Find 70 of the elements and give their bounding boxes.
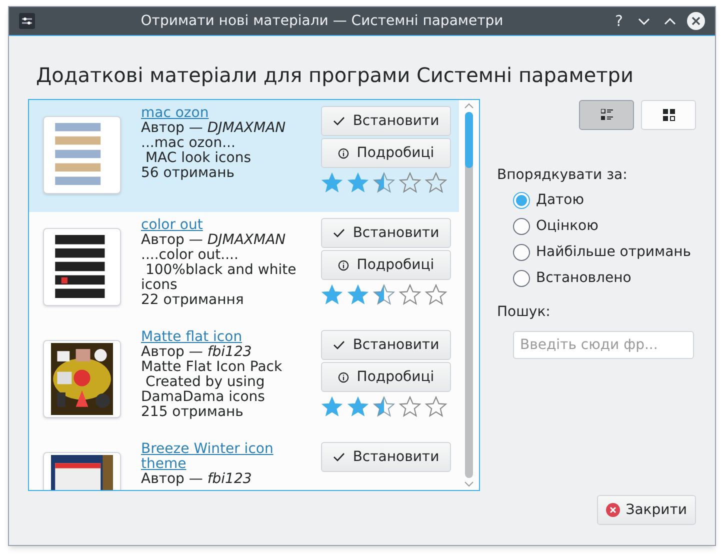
star-icon xyxy=(425,284,447,306)
check-icon xyxy=(332,452,345,462)
check-icon xyxy=(332,116,345,126)
radio-button[interactable] xyxy=(513,270,530,286)
scroll-down-icon[interactable] xyxy=(464,480,474,488)
star-icon xyxy=(399,396,421,418)
grid-view-button[interactable] xyxy=(641,100,696,130)
search-field[interactable]: Введіть сюди фр... xyxy=(513,331,694,359)
star-icon xyxy=(347,396,369,418)
install-button[interactable]: Встановити xyxy=(321,330,451,360)
details-button[interactable]: Подробиці xyxy=(321,138,451,168)
author-text: Автор — DJMAXMAN xyxy=(141,121,287,136)
close-icon[interactable] xyxy=(687,12,705,30)
star-icon xyxy=(425,172,447,194)
install-button[interactable]: Встановити xyxy=(321,442,451,472)
list-view-button[interactable] xyxy=(579,100,634,130)
info-icon xyxy=(338,372,349,382)
item-title-link[interactable]: mac ozon xyxy=(141,106,303,121)
star-icon xyxy=(399,284,421,306)
star-icon xyxy=(373,284,395,306)
info-icon xyxy=(338,148,349,158)
scrollbar-track[interactable] xyxy=(465,112,473,478)
search-label: Пошук: xyxy=(497,303,552,322)
star-icon xyxy=(425,396,447,418)
radio-button[interactable] xyxy=(513,244,530,260)
description-text: ....color out.... 100%black and white icons xyxy=(141,248,298,293)
item-title-link[interactable]: Breeze Winter icon theme xyxy=(141,442,303,472)
details-button[interactable]: Подробиці xyxy=(321,362,451,392)
list-icon xyxy=(600,109,612,121)
sort-option[interactable]: Найбільше отримань xyxy=(513,242,696,262)
star-icon xyxy=(347,172,369,194)
item-row[interactable]: mac ozon Автор — DJMAXMAN ...mac ozon... MAC look icons 56 отримань Встановити Подробиці xyxy=(29,100,459,212)
sort-option[interactable]: Встановлено xyxy=(513,268,696,288)
star-icon xyxy=(373,396,395,418)
downloads-text: 22 отримання xyxy=(141,293,245,308)
grid-icon xyxy=(662,109,674,121)
app-icon xyxy=(19,13,35,29)
description-text: Matte Flat Icon Pack Created by using DamaDama icons xyxy=(141,360,284,405)
star-icon xyxy=(321,172,343,194)
check-icon xyxy=(332,228,345,238)
scroll-up-icon[interactable] xyxy=(464,102,474,110)
downloads-text: 56 отримань xyxy=(141,166,236,181)
radio-button[interactable] xyxy=(513,192,530,208)
close-button[interactable]: Закрити xyxy=(596,495,696,525)
scrollbar-thumb[interactable] xyxy=(465,112,473,168)
sort-label: Впорядкувати за: xyxy=(497,166,628,185)
description-text: ...mac ozon... MAC look icons xyxy=(141,136,252,166)
info-icon xyxy=(338,260,349,270)
page-heading: Додаткові матеріали для програми Системні параметри xyxy=(35,62,634,88)
author-text: Автор — fbi123 xyxy=(141,345,253,360)
sort-option[interactable]: Оцінкою xyxy=(513,216,696,236)
sort-option[interactable]: Датою xyxy=(513,190,696,210)
author-text: Автор — DJMAXMAN xyxy=(141,233,287,248)
details-button[interactable]: Подробиці xyxy=(321,250,451,280)
install-button[interactable]: Встановити xyxy=(321,106,451,136)
check-icon xyxy=(332,340,345,350)
star-icon xyxy=(321,284,343,306)
star-icon xyxy=(399,172,421,194)
item-title-link[interactable]: Matte flat icon xyxy=(141,330,303,345)
star-icon xyxy=(347,284,369,306)
close-icon xyxy=(606,503,620,517)
radio-button[interactable] xyxy=(513,218,530,234)
window-title: Отримати нові матеріали — Системні параметри xyxy=(140,12,504,30)
item-title-link[interactable]: color out xyxy=(141,218,303,233)
help-button[interactable]: ? xyxy=(609,10,629,32)
downloads-text: 215 отримань xyxy=(141,405,244,420)
star-icon xyxy=(321,396,343,418)
install-button[interactable]: Встановити xyxy=(321,218,451,248)
author-text: Автор — fbi123 xyxy=(141,472,253,487)
star-icon xyxy=(373,172,395,194)
